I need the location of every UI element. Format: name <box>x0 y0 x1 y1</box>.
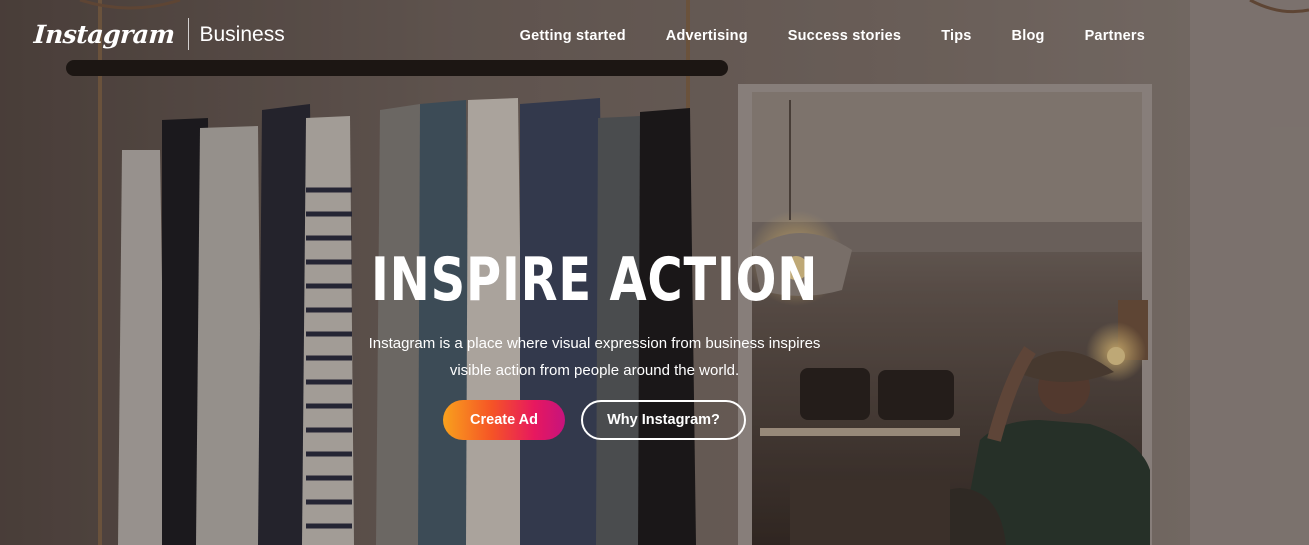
nav-partners[interactable]: Partners <box>1085 26 1145 46</box>
logo-product-name: Business <box>199 22 285 46</box>
logo-divider <box>187 18 189 50</box>
logo-wordmark: Instagram <box>32 19 176 49</box>
instagram-business-logo[interactable]: Instagram Business <box>32 14 285 54</box>
hero-cta-group: Create Ad Why Instagram? <box>0 400 1189 440</box>
nav-blog[interactable]: Blog <box>1012 26 1045 46</box>
create-ad-button[interactable]: Create Ad <box>443 400 565 440</box>
top-header: Instagram Business Getting started Adver… <box>0 0 1309 70</box>
hero-title: INSPIRE ACTION <box>370 245 819 315</box>
nav-success-stories[interactable]: Success stories <box>788 26 901 46</box>
why-instagram-button[interactable]: Why Instagram? <box>581 400 746 440</box>
nav-tips[interactable]: Tips <box>941 26 971 46</box>
hero-subtitle-line-2: visible action from people around the wo… <box>449 361 740 379</box>
hero-subtitle-line-1: Instagram is a place where visual expres… <box>368 335 821 352</box>
nav-getting-started[interactable]: Getting started <box>520 26 626 46</box>
main-nav: Getting started Advertising Success stor… <box>480 26 1145 46</box>
nav-advertising[interactable]: Advertising <box>666 26 748 46</box>
hero-subtitle: Instagram is a place where visual expres… <box>0 331 1189 384</box>
instagram-business-page: Instagram Business Getting started Adver… <box>0 0 1309 545</box>
